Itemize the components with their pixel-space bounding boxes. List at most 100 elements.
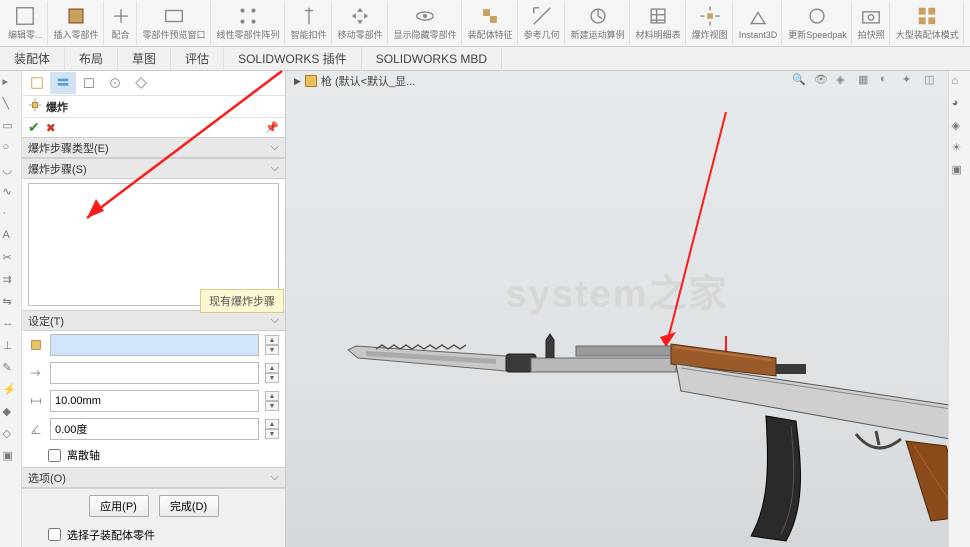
explode-steps-list[interactable]: 现有爆炸步骤	[28, 183, 279, 306]
section-options[interactable]: 选项(O) ⌵	[22, 467, 285, 488]
vp-sect-icon[interactable]: ◫	[924, 73, 942, 91]
rib-smart-fastener[interactable]: 智能扣件	[287, 1, 332, 45]
chevron-down-icon: ⌵	[271, 314, 279, 327]
rifle-3d-model[interactable]	[336, 246, 948, 547]
pi-display-mgr-icon[interactable]	[128, 72, 154, 94]
discrete-axis-checkbox[interactable]	[48, 449, 61, 462]
rib-edit-part[interactable]: 编辑零...	[4, 1, 48, 45]
mate-icon	[110, 5, 132, 27]
distance-spinner[interactable]: ▲▼	[265, 391, 279, 411]
distance-input[interactable]	[50, 390, 259, 412]
select-sub-checkbox[interactable]	[48, 528, 61, 541]
direction-spinner[interactable]: ▲▼	[265, 363, 279, 383]
pi-feature-tree-icon[interactable]	[24, 72, 50, 94]
section-steps-label: 爆炸步骤(S)	[28, 161, 87, 177]
explode-icon	[699, 5, 721, 27]
ls-point-icon[interactable]: ·	[3, 207, 19, 223]
section-steps[interactable]: 爆炸步骤(S) ⌵	[22, 158, 285, 179]
rib-mate[interactable]: 配合	[106, 1, 137, 45]
vp-render-icon[interactable]: ✦	[902, 73, 920, 91]
3d-viewport[interactable]: 🔍 👁 ◈ ▦ ◐ ✦ ◫ ▶ 枪 (默认<默认_显... system之家	[286, 71, 948, 547]
breadcrumb-expand-icon[interactable]: ▶	[294, 76, 301, 87]
section-step-type[interactable]: 爆炸步骤类型(E) ⌵	[22, 137, 285, 158]
ls-rel-icon[interactable]: ⊥	[3, 339, 19, 355]
explode-title-icon	[28, 98, 42, 115]
ls-rect-icon[interactable]: ▭	[3, 119, 19, 135]
ls-trim-icon[interactable]: ✂	[3, 251, 19, 267]
vp-zoom-icon[interactable]: 🔍	[792, 73, 810, 91]
select-sub-label: 选择子装配体零件	[67, 527, 155, 543]
setting-direction-row: ▲▼	[22, 359, 285, 387]
rs-appear-icon[interactable]: ◕	[952, 97, 968, 113]
angle-input[interactable]	[50, 418, 259, 440]
vp-disp-icon[interactable]: ▦	[858, 73, 876, 91]
rib-linear-pattern[interactable]: 线性零部件阵列	[213, 1, 285, 45]
ls-line-icon[interactable]: ╲	[3, 97, 19, 113]
eye-icon	[414, 5, 436, 27]
rib-snapshot[interactable]: 拍快照	[854, 1, 890, 45]
rib-move-comp[interactable]: 移动零部件	[334, 1, 388, 45]
tab-assembly[interactable]: 装配体	[0, 47, 65, 71]
ok-button[interactable]: ✔	[28, 119, 40, 136]
ls-dim-icon[interactable]: ↔	[3, 317, 19, 333]
rib-motion[interactable]: 新建运动算例	[567, 1, 630, 45]
component-input[interactable]	[50, 334, 259, 356]
assembly-cube-icon	[305, 75, 317, 87]
rs-view-icon[interactable]: ▣	[952, 163, 968, 179]
ls-spline-icon[interactable]: ∿	[3, 185, 19, 201]
ls-select-icon[interactable]: ▸	[3, 75, 19, 91]
feature-breadcrumb[interactable]: ▶ 枪 (默认<默认_显...	[294, 73, 415, 89]
rib-speedpak[interactable]: 更新Speedpak	[784, 1, 852, 45]
ls-misc3-icon[interactable]: ▣	[3, 449, 19, 465]
select-sub-row: 选择子装配体零件	[22, 523, 285, 547]
rib-large-asm[interactable]: 大型装配体模式	[892, 1, 964, 45]
pattern-icon	[237, 5, 259, 27]
pi-config-mgr-icon[interactable]	[76, 72, 102, 94]
vp-orient-icon[interactable]: ◈	[836, 73, 854, 91]
rs-decal-icon[interactable]: ◈	[952, 119, 968, 135]
component-spinner[interactable]: ▲▼	[265, 335, 279, 355]
pin-icon[interactable]: 📌	[265, 121, 279, 134]
rib-instant3d[interactable]: Instant3D	[735, 1, 783, 45]
ls-misc1-icon[interactable]: ◆	[3, 405, 19, 421]
rib-explode[interactable]: 爆炸视图	[688, 1, 733, 45]
vp-scene-icon[interactable]: ◐	[880, 73, 898, 91]
property-panel: 爆炸 ✔ ✖ 📌 爆炸步骤类型(E) ⌵ 爆炸步骤(S) ⌵ 现有爆炸步骤 设定…	[22, 71, 286, 547]
panel-title-text: 爆炸	[46, 99, 68, 115]
rib-show-hide[interactable]: 显示隐藏零部件	[390, 1, 462, 45]
speedpak-icon	[806, 5, 828, 27]
pi-dimxpert-icon[interactable]	[102, 72, 128, 94]
pi-property-mgr-icon[interactable]	[50, 72, 76, 94]
ls-mirror-icon[interactable]: ⇋	[3, 295, 19, 311]
rib-insert-comp[interactable]: 插入零部件	[50, 1, 104, 45]
ls-arc-icon[interactable]: ◡	[3, 163, 19, 179]
rs-scene-icon[interactable]: ☀	[952, 141, 968, 157]
angle-spinner[interactable]: ▲▼	[265, 419, 279, 439]
rib-assembly-feat[interactable]: 装配体特征	[464, 1, 518, 45]
apply-button[interactable]: 应用(P)	[89, 495, 149, 517]
tab-addins[interactable]: SOLIDWORKS 插件	[224, 47, 362, 71]
rib-preview[interactable]: 零部件预览窗口	[139, 1, 211, 45]
done-button[interactable]: 完成(D)	[159, 495, 219, 517]
assembly-icon	[479, 5, 501, 27]
right-tool-strip: ⌂ ◕ ◈ ☀ ▣	[948, 71, 970, 547]
tab-mbd[interactable]: SOLIDWORKS MBD	[362, 47, 502, 71]
ls-repair-icon[interactable]: ✎	[3, 361, 19, 377]
tab-sketch[interactable]: 草图	[118, 47, 171, 71]
ls-misc2-icon[interactable]: ◇	[3, 427, 19, 443]
section-settings[interactable]: 设定(T) ⌵	[22, 310, 285, 331]
ls-quick-icon[interactable]: ⚡	[3, 383, 19, 399]
direction-input[interactable]	[50, 362, 259, 384]
rib-ref-geom[interactable]: 参考几何	[520, 1, 565, 45]
discrete-axis-row: 离散轴	[22, 443, 285, 467]
rib-bom[interactable]: 材料明细表	[632, 1, 686, 45]
tab-evaluate[interactable]: 评估	[171, 47, 224, 71]
rs-home-icon[interactable]: ⌂	[952, 75, 968, 91]
ls-circle-icon[interactable]: ○	[3, 141, 19, 157]
edit-part-icon	[14, 5, 36, 27]
cancel-button[interactable]: ✖	[46, 121, 56, 135]
ls-offset-icon[interactable]: ⇉	[3, 273, 19, 289]
ls-text-icon[interactable]: A	[3, 229, 19, 245]
tab-layout[interactable]: 布局	[65, 47, 118, 71]
vp-view-icon[interactable]: 👁	[814, 73, 832, 91]
